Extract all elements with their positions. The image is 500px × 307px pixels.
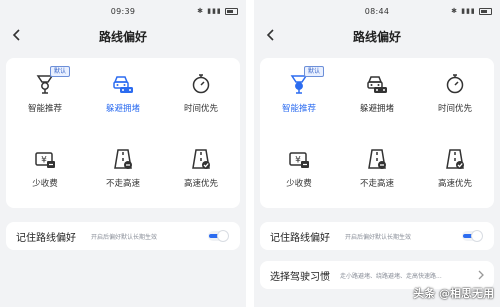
option-label: 智能推荐: [27, 104, 62, 114]
nav-bar: 路线偏好: [0, 22, 246, 50]
option-label: 躲避拥堵: [359, 104, 394, 114]
remember-preference-subtitle: 开启后偏好默认长期生效: [91, 234, 158, 241]
route-options-card: 默认 智能推荐 躲避拥堵 时间优先 ¥ 少收费 不走高速 高速优先: [260, 58, 494, 208]
option-label: 时间优先: [183, 104, 218, 114]
highway-first-icon: [192, 149, 210, 169]
toggle-knob: [217, 230, 229, 242]
option-label: 躲避拥堵: [105, 104, 140, 114]
chevron-right-icon: [478, 270, 484, 280]
remember-preference-title: 记住路线偏好: [270, 233, 330, 244]
option-label: 不走高速: [359, 179, 394, 189]
toggle-knob: [471, 230, 483, 242]
option-label: 少收费: [32, 179, 58, 189]
route-options-card: 默认 智能推荐 躲避拥堵 时间优先 ¥ 少收费 不走高速 高速优先: [6, 58, 240, 208]
default-badge: 默认: [304, 66, 325, 77]
option-label: 时间优先: [437, 104, 472, 114]
phone-screen-right: 08:44 ✱ ▮▮▮ 路线偏好 默认 智能推荐 躲避拥堵 时间优先 ¥ 少收费…: [254, 0, 500, 307]
option-avoid-congestion[interactable]: 躲避拥堵: [338, 58, 416, 133]
svg-text:¥: ¥: [41, 156, 47, 166]
option-highway-first[interactable]: 高速优先: [416, 133, 494, 208]
option-time-first[interactable]: 时间优先: [416, 58, 494, 133]
stopwatch-icon: [192, 74, 210, 94]
page-title: 路线偏好: [98, 30, 147, 44]
status-bar: 09:39 ✱ ▮▮▮: [0, 0, 246, 22]
option-label: 不走高速: [105, 179, 140, 189]
remember-preference-row: 记住路线偏好 开启后偏好默认长期生效: [6, 222, 240, 250]
battery-icon: [225, 7, 238, 15]
stopwatch-icon: [446, 74, 464, 94]
remember-preference-row: 记住路线偏好 开启后偏好默认长期生效: [260, 222, 494, 250]
option-label: 智能推荐: [281, 104, 316, 114]
option-smart-recommend[interactable]: 默认 智能推荐: [260, 58, 338, 133]
driving-habit-title: 选择驾驶习惯: [270, 272, 330, 283]
page-title: 路线偏好: [352, 30, 401, 44]
option-label: 高速优先: [437, 179, 472, 189]
option-no-highway[interactable]: 不走高速: [84, 133, 162, 208]
status-icons: ✱ ▮▮▮: [197, 7, 238, 15]
remember-preference-title: 记住路线偏好: [16, 233, 76, 244]
option-smart-recommend[interactable]: 默认 智能推荐: [6, 58, 84, 133]
option-less-toll[interactable]: ¥ 少收费: [260, 133, 338, 208]
remember-preference-toggle[interactable]: [462, 230, 483, 242]
avoid-congestion-icon: [113, 76, 133, 93]
option-no-highway[interactable]: 不走高速: [338, 133, 416, 208]
no-highway-icon: [368, 149, 386, 169]
option-label: 高速优先: [183, 179, 218, 189]
option-label: 少收费: [286, 179, 312, 189]
option-less-toll[interactable]: ¥ 少收费: [6, 133, 84, 208]
option-avoid-congestion[interactable]: 躲避拥堵: [84, 58, 162, 133]
nav-bar: 路线偏好: [254, 22, 500, 50]
option-time-first[interactable]: 时间优先: [162, 58, 240, 133]
option-highway-first[interactable]: 高速优先: [162, 133, 240, 208]
driving-habit-subtitle: 走小路避堵、绕路避堵、走高快速路...: [340, 273, 442, 280]
status-icons: ✱ ▮▮▮: [451, 7, 492, 15]
avoid-congestion-icon: [367, 76, 387, 93]
no-highway-icon: [114, 149, 132, 169]
remember-preference-toggle[interactable]: [208, 230, 229, 242]
less-toll-icon: ¥: [289, 152, 309, 168]
battery-icon: [479, 7, 492, 15]
remember-preference-subtitle: 开启后偏好默认长期生效: [345, 234, 412, 241]
highway-first-icon: [446, 149, 464, 169]
svg-text:¥: ¥: [295, 156, 301, 166]
default-badge: 默认: [50, 66, 71, 77]
phone-screen-left: 09:39 ✱ ▮▮▮ 路线偏好 默认 智能推荐 躲避拥堵 时间优先 ¥ 少收费…: [0, 0, 246, 307]
less-toll-icon: ¥: [35, 152, 55, 168]
watermark: 头条 @相思无用: [413, 287, 494, 300]
status-bar: 08:44 ✱ ▮▮▮: [254, 0, 500, 22]
